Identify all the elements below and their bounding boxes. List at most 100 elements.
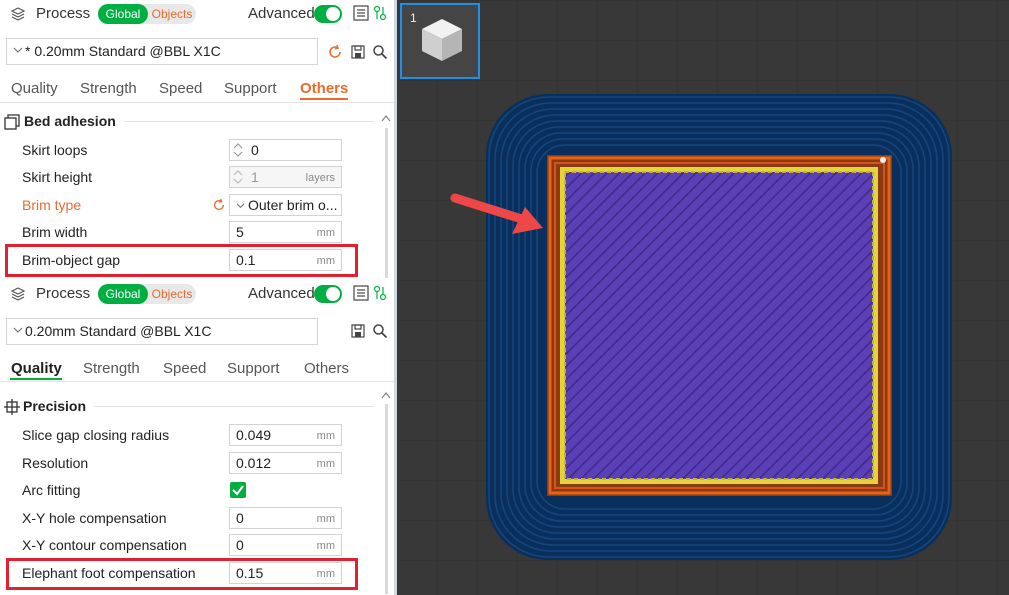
setting-row-xy-hole-compensation: X-Y hole compensation 0 mm [0, 505, 380, 531]
tab-speed[interactable]: Speed [159, 80, 202, 97]
compare-icon[interactable] [373, 5, 387, 21]
reset-icon[interactable] [212, 198, 226, 212]
brim-type-dropdown[interactable]: Outer brim o... [229, 194, 342, 216]
process-preset-dropdown[interactable]: 0.20mm Standard @BBL X1C [6, 318, 318, 345]
field-unit: mm [316, 430, 335, 442]
xy-hole-compensation-input[interactable]: 0 mm [229, 507, 342, 529]
scrollbar[interactable] [385, 128, 388, 278]
setting-label: Resolution [22, 455, 89, 471]
global-button[interactable]: Global [98, 4, 148, 24]
advanced-label: Advanced [248, 5, 315, 22]
setting-row-brim-width: Brim width 5 mm [0, 219, 380, 245]
plate-number: 1 [410, 11, 417, 25]
highlight-box [5, 244, 358, 277]
process-preset-dropdown[interactable]: * 0.20mm Standard @BBL X1C [6, 38, 318, 65]
section-title: Precision [23, 398, 87, 414]
active-tab-underline [300, 98, 348, 100]
slice-gap-closing-radius-input[interactable]: 0.049 mm [229, 424, 342, 446]
advanced-toggle[interactable] [314, 285, 342, 303]
setting-label: X-Y hole compensation [22, 510, 167, 526]
list-icon[interactable] [353, 5, 369, 21]
compare-icon[interactable] [373, 285, 387, 301]
tab-others[interactable]: Others [300, 80, 348, 97]
setting-row-slice-gap-closing-radius: Slice gap closing radius 0.049 mm [0, 422, 380, 448]
layers-icon [10, 7, 26, 21]
field-value: Outer brim o... [248, 197, 338, 213]
field-unit: mm [316, 458, 335, 470]
setting-label: Skirt loops [22, 142, 88, 158]
objects-button[interactable]: Objects [148, 4, 196, 24]
field-value: 0.049 [236, 427, 272, 443]
setting-row-skirt-height: Skirt height 1 layers [0, 164, 380, 190]
check-icon [232, 485, 244, 496]
field-unit: mm [316, 227, 335, 239]
brim-width-input[interactable]: 5 mm [229, 221, 342, 243]
setting-label: Brim width [22, 224, 88, 240]
field-value: 5 [236, 224, 244, 240]
process-header: Process Global Objects Advanced [0, 0, 394, 28]
xy-contour-compensation-input[interactable]: 0 mm [229, 534, 342, 556]
bed-adhesion-icon [4, 114, 20, 130]
cube-icon [422, 19, 462, 61]
settings-tabs: Quality Strength Speed Support Others [0, 76, 394, 102]
plate-thumbnail[interactable]: 1 [400, 3, 480, 79]
scroll-up-icon[interactable] [381, 391, 391, 399]
spinner-icon[interactable] [233, 142, 243, 158]
setting-label: X-Y contour compensation [22, 537, 187, 553]
search-icon[interactable] [372, 323, 388, 339]
setting-row-xy-contour-compensation: X-Y contour compensation 0 mm [0, 532, 380, 558]
preview-canvas [397, 0, 1009, 595]
objects-button[interactable]: Objects [148, 284, 196, 304]
tab-quality[interactable]: Quality [11, 80, 58, 97]
save-icon[interactable] [350, 44, 366, 60]
scroll-up-icon[interactable] [381, 114, 391, 122]
advanced-label: Advanced [248, 285, 315, 302]
infill [565, 172, 873, 479]
setting-label: Arc fitting [22, 482, 81, 498]
arc-fitting-checkbox[interactable] [230, 482, 246, 498]
global-objects-switch[interactable]: Global Objects [98, 284, 196, 304]
advanced-toggle[interactable] [314, 5, 342, 23]
seam-marker [880, 157, 886, 163]
field-value: 0 [236, 510, 244, 526]
divider [0, 102, 394, 103]
list-icon[interactable] [353, 285, 369, 301]
save-icon[interactable] [350, 323, 366, 339]
section-divider [124, 121, 374, 122]
tab-support[interactable]: Support [224, 80, 277, 97]
process-panel-bottom: Process Global Objects Advanced 0.20mm S… [0, 280, 394, 595]
spinner-icon[interactable] [233, 169, 243, 185]
tab-strength[interactable]: Strength [83, 360, 140, 377]
section-divider [94, 406, 374, 407]
setting-row-brim-type: Brim type Outer brim o... [0, 192, 380, 218]
tab-strength[interactable]: Strength [80, 80, 137, 97]
resolution-input[interactable]: 0.012 mm [229, 452, 342, 474]
divider [0, 381, 394, 382]
process-title: Process [36, 285, 91, 302]
scrollbar[interactable] [385, 404, 388, 594]
skirt-height-input[interactable]: 1 layers [229, 166, 342, 188]
search-icon[interactable] [372, 44, 388, 60]
reset-icon[interactable] [327, 44, 343, 60]
setting-label: Brim type [22, 197, 82, 213]
setting-label: Slice gap closing radius [22, 427, 170, 443]
tab-quality[interactable]: Quality [11, 360, 62, 377]
chevron-down-icon [236, 203, 245, 209]
setting-row-resolution: Resolution 0.012 mm [0, 450, 380, 476]
setting-row-arc-fitting: Arc fitting [0, 477, 380, 503]
tab-others[interactable]: Others [304, 360, 349, 377]
chevron-down-icon [13, 327, 23, 333]
layers-icon [10, 287, 26, 301]
global-button[interactable]: Global [98, 284, 148, 304]
field-value: 0.012 [236, 455, 272, 471]
chevron-down-icon [13, 47, 23, 53]
field-unit: mm [316, 540, 335, 552]
tab-speed[interactable]: Speed [163, 360, 206, 377]
tab-support[interactable]: Support [227, 360, 280, 377]
3d-viewport[interactable]: 1 [397, 0, 1009, 595]
process-panel-top: Process Global Objects Advanced * 0.20mm… [0, 0, 394, 280]
skirt-loops-input[interactable]: 0 [229, 139, 342, 161]
preset-name: * 0.20mm Standard @BBL X1C [25, 43, 221, 59]
process-header: Process Global Objects Advanced [0, 280, 394, 308]
global-objects-switch[interactable]: Global Objects [98, 4, 196, 24]
